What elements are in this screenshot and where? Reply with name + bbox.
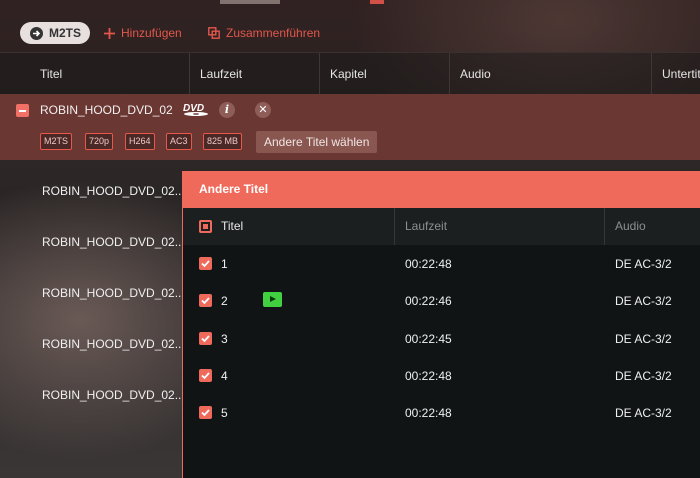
row-checkbox[interactable] <box>199 332 212 345</box>
row-checkbox[interactable] <box>199 369 212 382</box>
row-checkbox[interactable] <box>199 294 212 307</box>
list-item[interactable]: ROBIN_HOOD_DVD_02.. <box>42 286 181 300</box>
info-icon[interactable]: i <box>219 102 235 118</box>
add-button[interactable]: Hinzufügen <box>104 26 182 40</box>
row-duration: 00:22:48 <box>405 406 452 420</box>
plus-icon <box>104 27 115 39</box>
popup-title: Andere Titel <box>183 171 700 208</box>
play-icon[interactable] <box>263 292 282 307</box>
row-audio: DE AC-3/2 <box>615 294 672 308</box>
list-item[interactable]: ROBIN_HOOD_DVD_02.. <box>42 184 181 198</box>
row-number: 3 <box>221 332 228 346</box>
row-duration: 00:22:48 <box>405 257 452 271</box>
arrow-right-icon <box>30 26 43 40</box>
col-subtitles[interactable]: Untertitel <box>652 53 700 95</box>
format-label: M2TS <box>49 26 82 40</box>
list-item[interactable]: ROBIN_HOOD_DVD_02.. <box>42 235 181 249</box>
list-item[interactable]: ROBIN_HOOD_DVD_02.. <box>42 388 181 402</box>
dvd-icon: DVD <box>183 103 208 116</box>
popup-col-audio[interactable]: Audio <box>605 208 700 245</box>
row-number: 4 <box>221 369 228 383</box>
row-audio: DE AC-3/2 <box>615 257 672 271</box>
collapse-checkbox[interactable] <box>16 104 29 117</box>
tag-audio-codec: AC3 <box>166 133 192 150</box>
tag-video-codec: H264 <box>125 133 155 150</box>
tag-size: 825 MB <box>203 133 243 150</box>
popup-col-title[interactable]: Titel <box>183 208 395 245</box>
merge-icon <box>208 27 220 39</box>
row-checkbox[interactable] <box>199 257 212 270</box>
row-audio: DE AC-3/2 <box>615 332 672 346</box>
merge-label: Zusammenführen <box>226 26 321 40</box>
row-audio: DE AC-3/2 <box>615 406 672 420</box>
row-checkbox[interactable] <box>199 406 212 419</box>
merge-button[interactable]: Zusammenführen <box>208 26 320 40</box>
other-titles-popup: Andere Titel Titel Laufzeit Audio 1 00:2… <box>182 171 700 478</box>
close-icon[interactable]: ✕ <box>255 102 271 118</box>
tag-format: M2TS <box>40 133 73 150</box>
col-title[interactable]: Titel <box>0 53 190 95</box>
tag-resolution: 720p <box>85 133 114 150</box>
disc-title: ROBIN_HOOD_DVD_02 <box>40 103 173 117</box>
popup-col-duration[interactable]: Laufzeit <box>395 208 605 245</box>
add-label: Hinzufügen <box>121 26 182 40</box>
col-audio[interactable]: Audio <box>450 53 652 95</box>
row-duration: 00:22:45 <box>405 332 452 346</box>
row-number: 2 <box>221 294 228 308</box>
row-number: 5 <box>221 406 228 420</box>
list-item[interactable]: ROBIN_HOOD_DVD_02.. <box>42 337 181 351</box>
col-duration[interactable]: Laufzeit <box>190 53 320 95</box>
col-chapters[interactable]: Kapitel <box>320 53 450 95</box>
popup-column-header: Titel Laufzeit Audio <box>183 208 700 245</box>
top-strip <box>200 0 560 6</box>
format-button[interactable]: M2TS <box>20 22 90 44</box>
row-audio: DE AC-3/2 <box>615 369 672 383</box>
row-duration: 00:22:48 <box>405 369 452 383</box>
row-number: 1 <box>221 257 228 271</box>
row-duration: 00:22:46 <box>405 294 452 308</box>
column-header: Titel Laufzeit Kapitel Audio Untertitel <box>0 52 700 95</box>
other-titles-button[interactable]: Andere Titel wählen <box>256 131 378 153</box>
